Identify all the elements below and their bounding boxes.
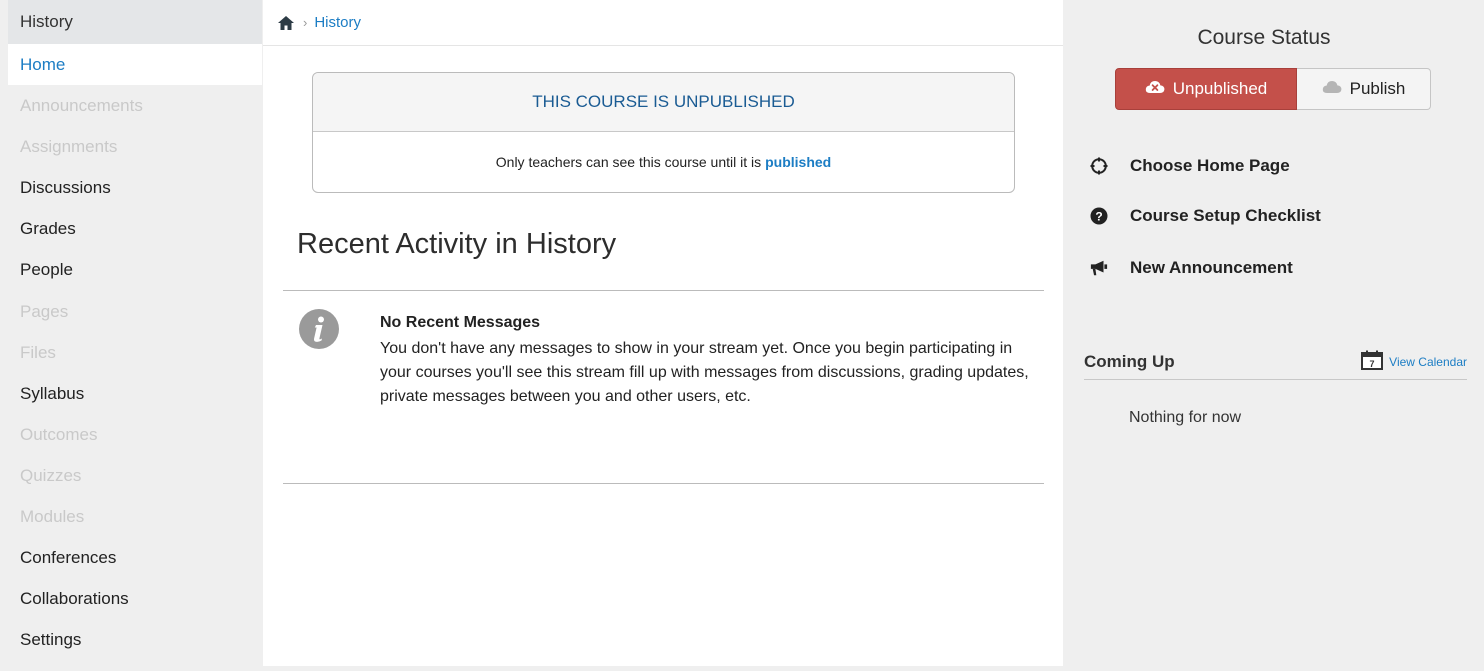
activity-stream: No Recent Messages You don't have any me… bbox=[283, 290, 1044, 484]
unpublished-body-text: Only teachers can see this course until … bbox=[495, 154, 762, 170]
course-status-panel: Course Status Unpublished Publish Choose… bbox=[1064, 0, 1484, 671]
course-nav-sidebar: History Home Announcements Assignments D… bbox=[8, 0, 262, 671]
main-content: › History THIS COURSE IS UNPUBLISHED Onl… bbox=[263, 0, 1063, 666]
choose-home-page-link[interactable]: Choose Home Page bbox=[1090, 148, 1321, 184]
unpublished-button-label: Unpublished bbox=[1172, 79, 1268, 98]
course-nav-list: Home Announcements Assignments Discussio… bbox=[8, 44, 262, 660]
no-messages-text: You don't have any messages to show in y… bbox=[380, 340, 1029, 405]
choose-home-page-label: Choose Home Page bbox=[1130, 156, 1290, 175]
unpublished-body: Only teachers can see this course until … bbox=[313, 132, 1014, 192]
course-status-title: Course Status bbox=[1197, 26, 1331, 49]
sidebar-course-title: History bbox=[8, 0, 262, 44]
sidebar-item-assignments[interactable]: Assignments bbox=[8, 126, 262, 167]
coming-up-empty-text: Nothing for now bbox=[1129, 409, 1242, 426]
breadcrumb-link-history[interactable]: History bbox=[314, 14, 361, 31]
sidebar-item-grades[interactable]: Grades bbox=[8, 208, 262, 249]
published-link[interactable]: published bbox=[765, 154, 831, 170]
svg-text:?: ? bbox=[1095, 209, 1102, 223]
sidebar-item-files[interactable]: Files bbox=[8, 332, 262, 373]
calendar-day: 7 bbox=[1370, 359, 1375, 369]
new-announcement-link[interactable]: New Announcement bbox=[1090, 250, 1321, 286]
question-icon: ? bbox=[1090, 207, 1108, 225]
new-announcement-label: New Announcement bbox=[1130, 258, 1293, 277]
view-calendar-link[interactable]: 7 View Calendar bbox=[1361, 350, 1467, 373]
home-icon[interactable] bbox=[277, 14, 295, 32]
sidebar-item-pages[interactable]: Pages bbox=[8, 291, 262, 332]
sidebar-item-settings[interactable]: Settings bbox=[8, 619, 262, 660]
megaphone-icon bbox=[1090, 259, 1108, 277]
sidebar-item-modules[interactable]: Modules bbox=[8, 496, 262, 537]
sidebar-item-home[interactable]: Home bbox=[8, 44, 262, 86]
sidebar-item-people[interactable]: People bbox=[8, 249, 262, 290]
cloud-icon bbox=[1322, 79, 1342, 99]
page-title: Recent Activity in History bbox=[297, 228, 617, 260]
no-messages-title: No Recent Messages bbox=[380, 314, 541, 331]
course-actions: Choose Home Page ? Course Setup Checklis… bbox=[1090, 148, 1321, 286]
coming-up-title: Coming Up bbox=[1084, 352, 1175, 371]
unpublished-heading: THIS COURSE IS UNPUBLISHED bbox=[313, 73, 1014, 132]
sidebar-item-outcomes[interactable]: Outcomes bbox=[8, 414, 262, 455]
sidebar-item-syllabus[interactable]: Syllabus bbox=[8, 373, 262, 414]
cloud-x-icon bbox=[1145, 79, 1165, 100]
breadcrumb-separator: › bbox=[303, 15, 308, 30]
publish-toggle: Unpublished Publish bbox=[1115, 68, 1431, 110]
unpublished-notice: THIS COURSE IS UNPUBLISHED Only teachers… bbox=[312, 72, 1015, 193]
sidebar-item-discussions[interactable]: Discussions bbox=[8, 167, 262, 208]
sidebar-item-conferences[interactable]: Conferences bbox=[8, 537, 262, 578]
target-icon bbox=[1090, 157, 1108, 175]
info-icon bbox=[299, 309, 339, 349]
coming-up-header: Coming Up 7 View Calendar bbox=[1084, 348, 1467, 380]
breadcrumb: › History bbox=[263, 0, 1063, 46]
sidebar-item-quizzes[interactable]: Quizzes bbox=[8, 455, 262, 496]
course-setup-checklist-link[interactable]: ? Course Setup Checklist bbox=[1090, 198, 1321, 234]
course-setup-checklist-label: Course Setup Checklist bbox=[1130, 206, 1321, 225]
sidebar-item-announcements[interactable]: Announcements bbox=[8, 85, 262, 126]
publish-button-label: Publish bbox=[1349, 79, 1406, 98]
publish-button[interactable]: Publish bbox=[1297, 68, 1431, 110]
unpublished-button[interactable]: Unpublished bbox=[1115, 68, 1297, 110]
sidebar-item-collaborations[interactable]: Collaborations bbox=[8, 578, 262, 619]
view-calendar-label: View Calendar bbox=[1389, 354, 1467, 369]
calendar-icon: 7 bbox=[1361, 350, 1384, 373]
